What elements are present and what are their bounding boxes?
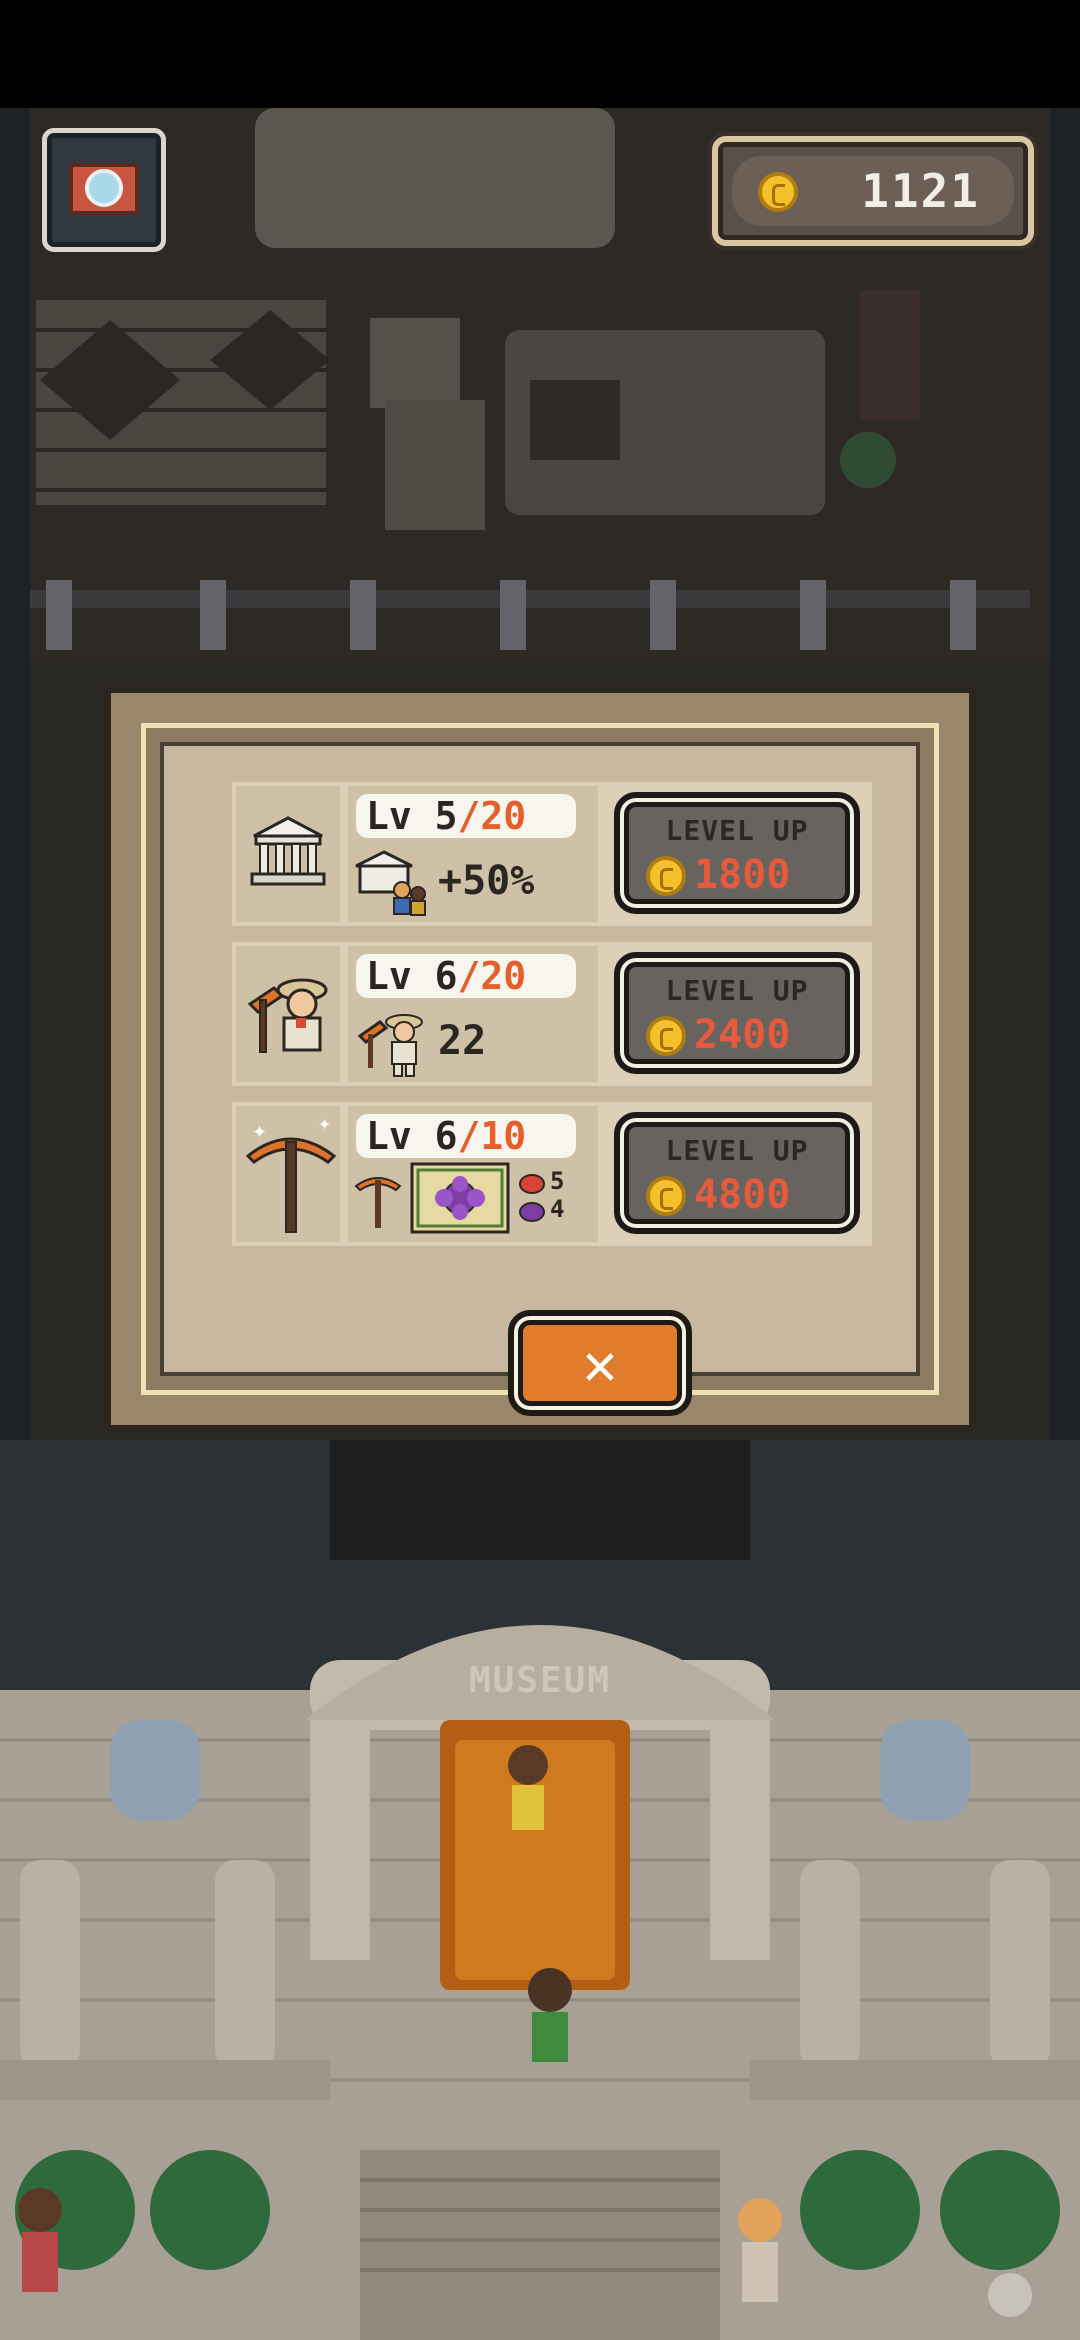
- gem-count-b: 4: [550, 1195, 565, 1223]
- upgrade-dialog: Lv 5/20 +50% LEVEL UP 1800 Lv 6/20 22 LE…: [104, 686, 976, 1432]
- upgrade-stat-cell: Lv 5/20 +50%: [348, 786, 598, 922]
- coin-icon: [646, 856, 686, 896]
- level-up-label: LEVEL UP: [665, 1134, 809, 1167]
- upgrade-dialog-body: Lv 5/20 +50% LEVEL UP 1800 Lv 6/20 22 LE…: [160, 742, 920, 1416]
- pickaxe-small-icon: [354, 1177, 402, 1228]
- svg-text:✦: ✦: [252, 1122, 267, 1143]
- level-label: Lv 6: [366, 954, 458, 998]
- upgrade-icon-cell: [236, 946, 340, 1082]
- level-up-cost: 1800: [694, 852, 791, 898]
- close-button[interactable]: ✕: [508, 1310, 692, 1416]
- level-up-cost: 4800: [694, 1172, 791, 1218]
- upgrade-row-pickaxe: ✦ ✦ Lv 6/10 5 4 LEVEL UP 4800: [232, 1102, 872, 1246]
- level-pill: Lv 6/20: [356, 954, 576, 998]
- close-icon: ✕: [582, 1330, 618, 1398]
- level-max: /20: [457, 954, 527, 998]
- level-up-label: LEVEL UP: [665, 974, 809, 1007]
- gem-types-icon: [519, 1174, 545, 1222]
- upgrade-icon-cell: ✦ ✦: [236, 1106, 340, 1242]
- upgrade-stat-cell: Lv 6/20 22: [348, 946, 598, 1082]
- gem-map-icon: [410, 1162, 510, 1234]
- coin-icon: [646, 1176, 686, 1216]
- explorer-small-icon: [357, 1014, 423, 1077]
- explorer-icon: [247, 978, 328, 1053]
- gem-count-a: 5: [550, 1167, 565, 1195]
- svg-text:✦: ✦: [318, 1116, 331, 1134]
- coin-icon: [646, 1016, 686, 1056]
- level-label: Lv 5: [366, 794, 458, 838]
- museum-icon: [250, 816, 326, 886]
- level-pill: Lv 6/10: [356, 1114, 576, 1158]
- camera-lens: [85, 169, 123, 207]
- upgrade-row-museum: Lv 5/20 +50% LEVEL UP 1800: [232, 782, 872, 926]
- level-label: Lv 6: [366, 1114, 458, 1158]
- camera-button[interactable]: [42, 128, 166, 252]
- pickaxe-icon: ✦ ✦: [245, 1116, 336, 1233]
- upgrade-stat-cell: Lv 6/10 5 4: [348, 1106, 598, 1242]
- level-max: /20: [457, 794, 527, 838]
- upgrade-icon-cell: [236, 786, 340, 922]
- coin-icon: [758, 172, 798, 212]
- level-up-label: LEVEL UP: [665, 814, 809, 847]
- level-up-button-explorer[interactable]: LEVEL UP 2400: [614, 952, 860, 1074]
- visitors-icon: [355, 850, 426, 916]
- level-up-button-museum[interactable]: LEVEL UP 1800: [614, 792, 860, 914]
- coin-count: 1121: [861, 164, 980, 218]
- coin-counter: 1121: [712, 136, 1034, 246]
- upgrade-dialog-frame: Lv 5/20 +50% LEVEL UP 1800 Lv 6/20 22 LE…: [141, 723, 939, 1416]
- upgrade-row-explorer: Lv 6/20 22 LEVEL UP 2400: [232, 942, 872, 1086]
- upgrade-stat-value: 22: [438, 1018, 487, 1064]
- upgrade-stat-value: +50%: [438, 858, 535, 904]
- level-max: /10: [457, 1114, 527, 1158]
- museum-sign: MUSEUM: [468, 1660, 612, 1701]
- level-pill: Lv 5/20: [356, 794, 576, 838]
- level-up-cost: 2400: [694, 1012, 791, 1058]
- level-up-button-pickaxe[interactable]: LEVEL UP 4800: [614, 1112, 860, 1234]
